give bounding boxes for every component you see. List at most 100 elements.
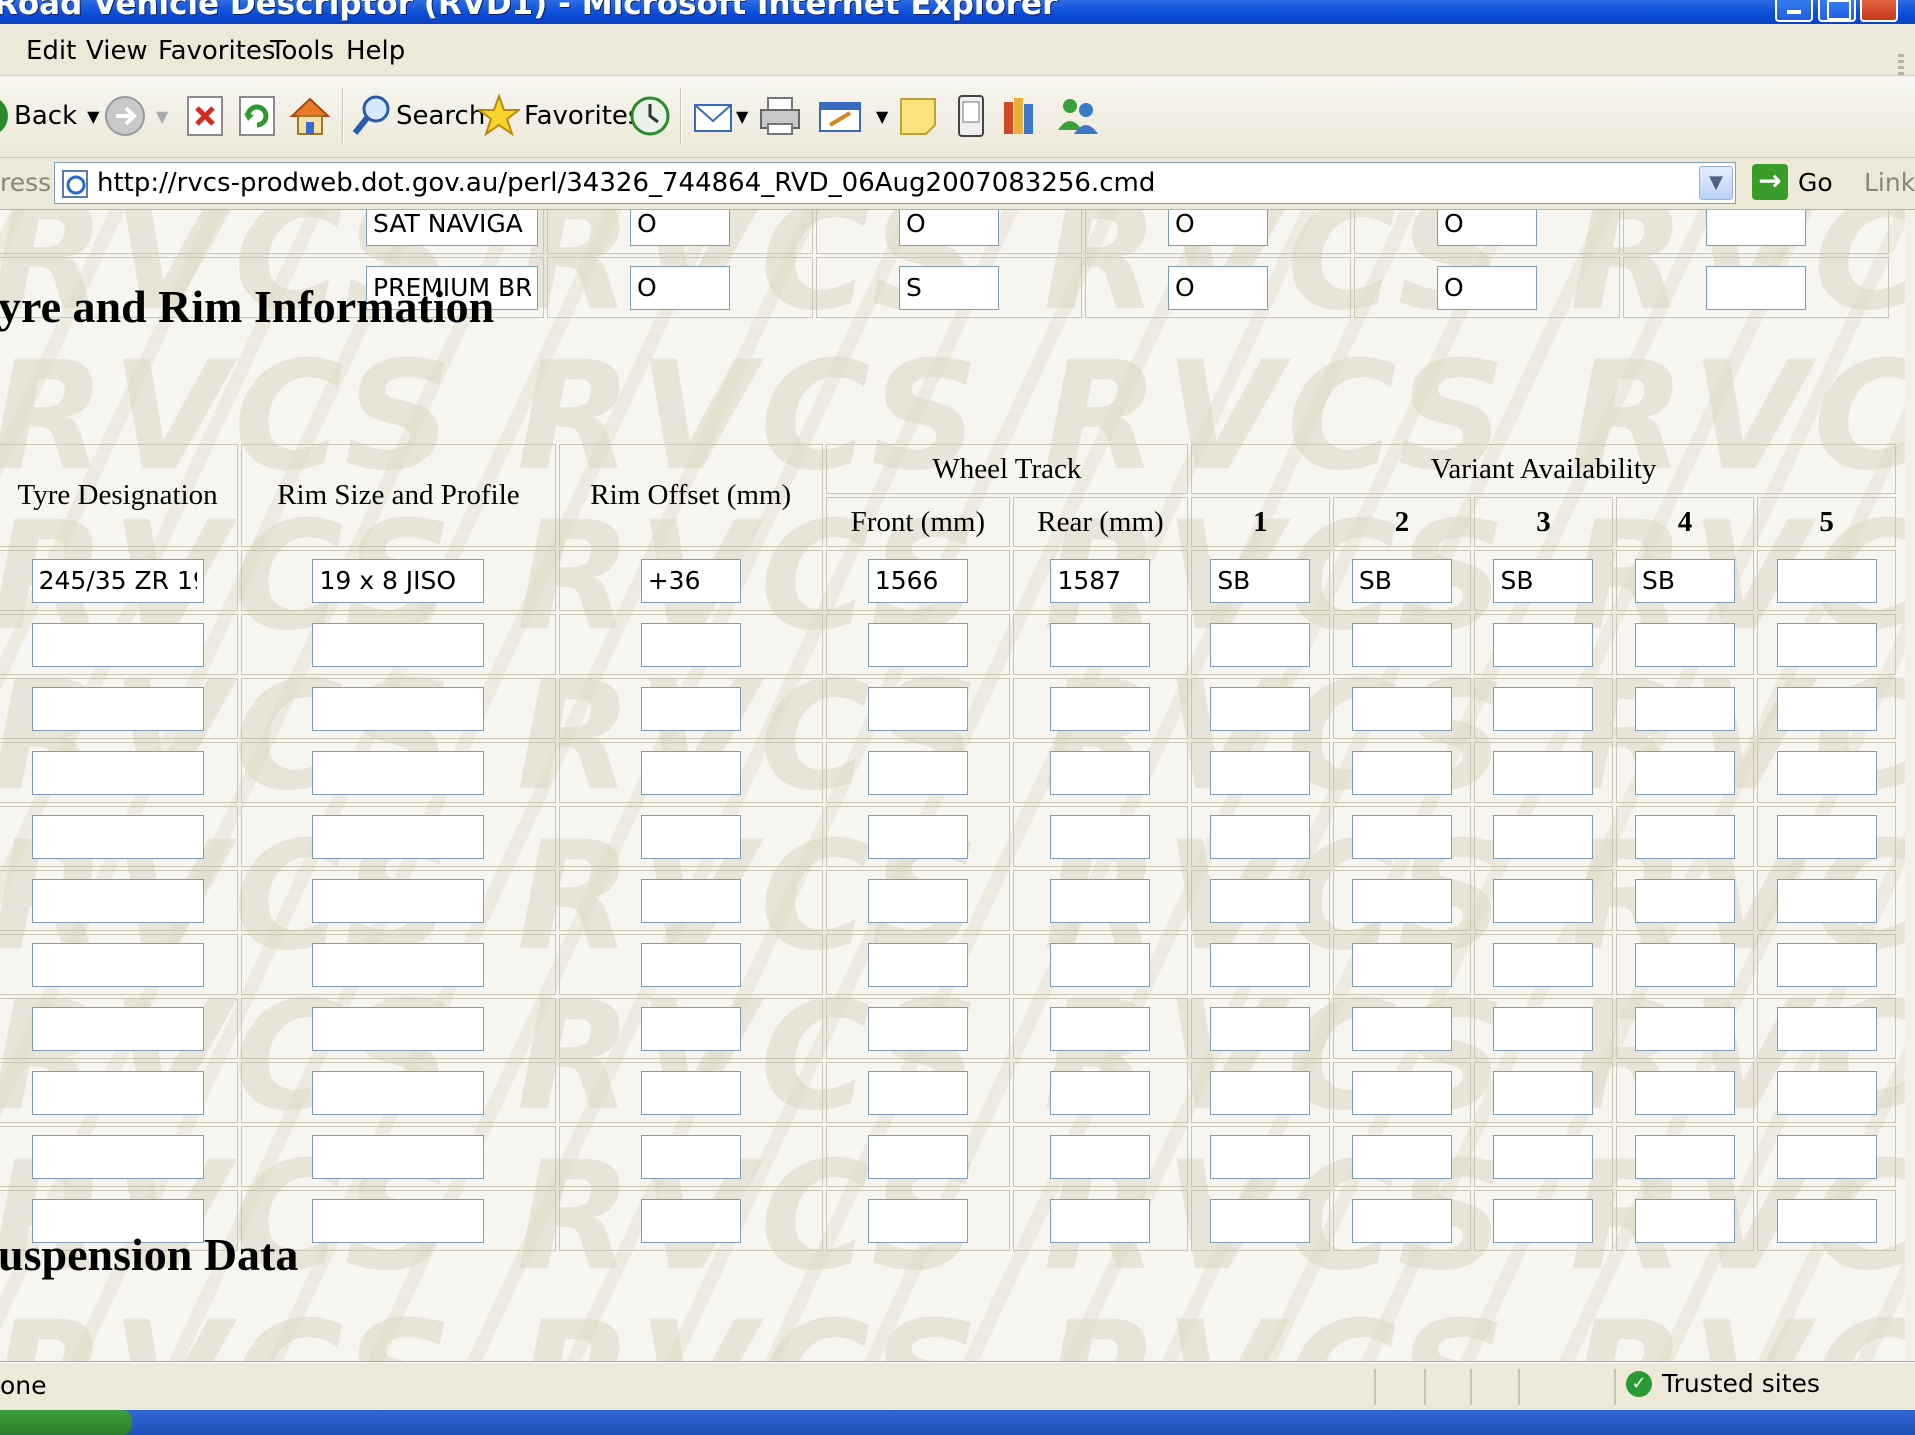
rim-offset-field[interactable]	[640, 558, 741, 603]
variant-1-field[interactable]	[1210, 686, 1311, 731]
variant-3-field[interactable]	[1493, 622, 1594, 667]
option-variant-5-field[interactable]	[1706, 210, 1806, 246]
variant-5-field[interactable]	[1776, 878, 1877, 923]
variant-2-field[interactable]	[1351, 1006, 1452, 1051]
variant-1-field[interactable]	[1210, 622, 1311, 667]
variant-4-field[interactable]	[1635, 878, 1736, 923]
rear-track-field[interactable]	[1050, 750, 1151, 795]
option-variant-2-field[interactable]	[899, 265, 999, 310]
links-label[interactable]: Links	[1864, 168, 1915, 197]
tyre-designation-field[interactable]	[31, 814, 204, 859]
tyre-designation-field[interactable]	[31, 878, 204, 923]
rim-size-field[interactable]	[312, 942, 485, 987]
tyre-designation-field[interactable]	[31, 1134, 204, 1179]
rim-size-field[interactable]	[312, 686, 485, 731]
rear-track-field[interactable]	[1050, 1070, 1151, 1115]
close-button[interactable]	[1860, 0, 1898, 22]
contacts-button[interactable]	[1054, 90, 1100, 142]
tyre-designation-field[interactable]	[31, 558, 204, 603]
variant-1-field[interactable]	[1210, 1134, 1311, 1179]
front-track-field[interactable]	[867, 942, 968, 987]
rim-offset-field[interactable]	[640, 814, 741, 859]
rim-size-field[interactable]	[312, 878, 485, 923]
variant-2-field[interactable]	[1351, 942, 1452, 987]
menu-view[interactable]: View	[86, 36, 148, 66]
variant-4-field[interactable]	[1635, 1006, 1736, 1051]
rim-size-field[interactable]	[312, 1198, 485, 1243]
research-button[interactable]	[1000, 90, 1042, 142]
variant-5-field[interactable]	[1776, 558, 1877, 603]
front-track-field[interactable]	[867, 814, 968, 859]
front-track-field[interactable]	[867, 1134, 968, 1179]
variant-3-field[interactable]	[1493, 1198, 1594, 1243]
variant-5-field[interactable]	[1776, 1070, 1877, 1115]
maximize-button[interactable]	[1818, 0, 1856, 22]
variant-3-field[interactable]	[1493, 686, 1594, 731]
front-track-field[interactable]	[867, 622, 968, 667]
variant-1-field[interactable]	[1210, 750, 1311, 795]
rim-offset-field[interactable]	[640, 750, 741, 795]
edit-dropdown-icon[interactable]: ▼	[876, 107, 888, 126]
variant-1-field[interactable]	[1210, 558, 1311, 603]
variant-3-field[interactable]	[1493, 558, 1594, 603]
minimize-button[interactable]	[1775, 0, 1813, 22]
rear-track-field[interactable]	[1050, 1006, 1151, 1051]
variant-5-field[interactable]	[1776, 686, 1877, 731]
search-button[interactable]: Search	[350, 90, 485, 142]
variant-5-field[interactable]	[1776, 814, 1877, 859]
variant-4-field[interactable]	[1635, 622, 1736, 667]
variant-2-field[interactable]	[1351, 878, 1452, 923]
security-zone[interactable]: ✓ Trusted sites	[1626, 1369, 1820, 1398]
rim-size-field[interactable]	[312, 814, 485, 859]
forward-dropdown-icon[interactable]: ▼	[156, 107, 168, 126]
variant-3-field[interactable]	[1493, 814, 1594, 859]
option-variant-4-field[interactable]	[1437, 265, 1537, 310]
rear-track-field[interactable]	[1050, 1134, 1151, 1179]
go-button[interactable]: → Go	[1752, 164, 1833, 200]
tyre-designation-field[interactable]	[31, 942, 204, 987]
rim-size-field[interactable]	[312, 1134, 485, 1179]
variant-5-field[interactable]	[1776, 750, 1877, 795]
variant-1-field[interactable]	[1210, 1198, 1311, 1243]
variant-3-field[interactable]	[1493, 1070, 1594, 1115]
variant-3-field[interactable]	[1493, 1134, 1594, 1179]
vertical-scrollbar[interactable]	[1905, 210, 1915, 1362]
variant-2-field[interactable]	[1351, 814, 1452, 859]
option-name-field[interactable]	[366, 210, 538, 246]
rear-track-field[interactable]	[1050, 686, 1151, 731]
variant-4-field[interactable]	[1635, 558, 1736, 603]
tyre-designation-field[interactable]	[31, 1006, 204, 1051]
tyre-designation-field[interactable]	[31, 1070, 204, 1115]
rim-size-field[interactable]	[312, 750, 485, 795]
variant-1-field[interactable]	[1210, 1006, 1311, 1051]
menu-tools[interactable]: Tools	[270, 36, 334, 66]
variant-5-field[interactable]	[1776, 622, 1877, 667]
option-variant-3-field[interactable]	[1168, 265, 1268, 310]
rim-size-field[interactable]	[312, 558, 485, 603]
home-button[interactable]	[288, 90, 332, 142]
variant-4-field[interactable]	[1635, 750, 1736, 795]
variant-4-field[interactable]	[1635, 686, 1736, 731]
back-button[interactable]: Back ▼	[0, 90, 99, 142]
history-button[interactable]	[628, 90, 672, 142]
tyre-designation-field[interactable]	[31, 622, 204, 667]
front-track-field[interactable]	[867, 1006, 968, 1051]
variant-5-field[interactable]	[1776, 1006, 1877, 1051]
variant-5-field[interactable]	[1776, 1198, 1877, 1243]
front-track-field[interactable]	[867, 750, 968, 795]
variant-2-field[interactable]	[1351, 1198, 1452, 1243]
address-input[interactable]	[97, 165, 1657, 201]
rim-offset-field[interactable]	[640, 622, 741, 667]
rim-offset-field[interactable]	[640, 686, 741, 731]
option-variant-4-field[interactable]	[1437, 210, 1537, 246]
front-track-field[interactable]	[867, 1070, 968, 1115]
mail-dropdown-icon[interactable]: ▼	[736, 107, 748, 126]
option-variant-1-field[interactable]	[630, 210, 730, 246]
variant-2-field[interactable]	[1351, 750, 1452, 795]
tyre-designation-field[interactable]	[31, 750, 204, 795]
variant-3-field[interactable]	[1493, 942, 1594, 987]
variant-4-field[interactable]	[1635, 1198, 1736, 1243]
variant-3-field[interactable]	[1493, 750, 1594, 795]
variant-2-field[interactable]	[1351, 1070, 1452, 1115]
print-button[interactable]	[758, 90, 802, 142]
